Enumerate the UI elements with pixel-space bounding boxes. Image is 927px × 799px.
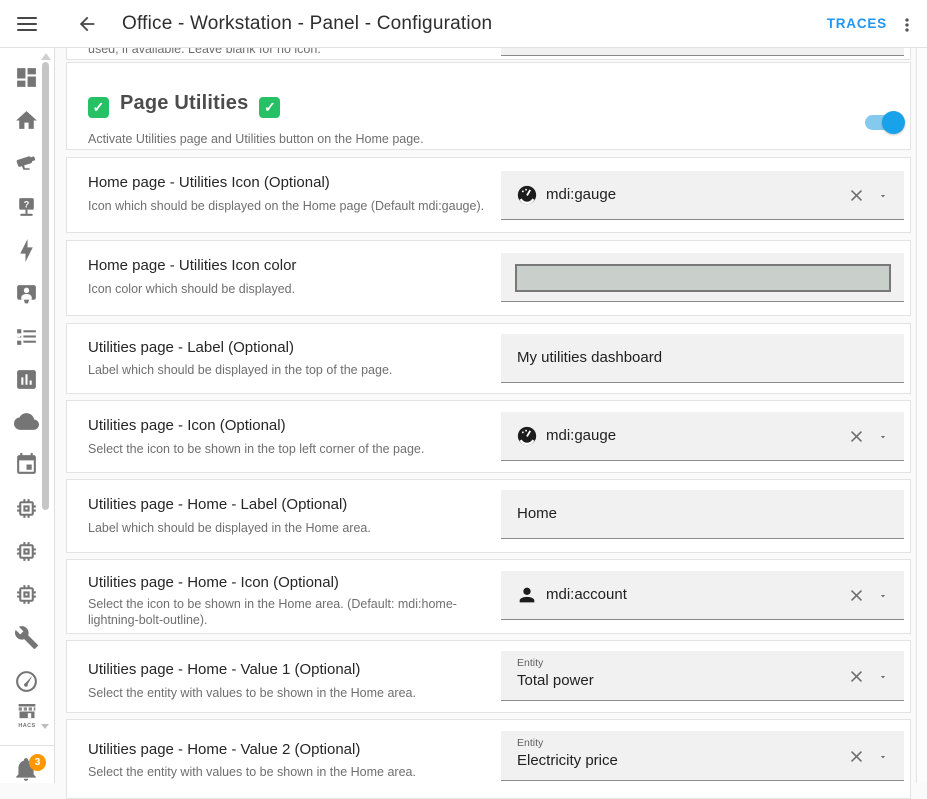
kebab-menu-icon[interactable] (897, 14, 917, 36)
entity-picker-field[interactable]: Entity Total power (501, 651, 904, 701)
wrench-icon[interactable] (14, 625, 39, 650)
todo-list-icon[interactable] (14, 324, 39, 349)
dropdown-caret-icon[interactable] (876, 752, 890, 762)
app-root: Office - Workstation - Panel - Configura… (0, 0, 927, 783)
field-value: Electricity price (517, 752, 618, 769)
row-description: Label which should be displayed in the H… (88, 520, 488, 536)
hacs-icon[interactable]: HACS (13, 704, 43, 730)
account-icon (516, 584, 538, 606)
sidebar-scroll-up-icon[interactable] (41, 53, 51, 60)
field-value: mdi:account (546, 586, 627, 603)
svg-text:?: ? (24, 200, 30, 210)
back-arrow-icon[interactable] (76, 13, 98, 35)
sidebar: ? HACS 3 (0, 48, 55, 783)
config-row-home-utilities-icon-color: Home page - Utilities Icon color Icon co… (66, 240, 911, 316)
hacs-label: HACS (13, 723, 41, 729)
app-header: Office - Workstation - Panel - Configura… (0, 0, 927, 48)
chip-icon[interactable] (14, 539, 39, 564)
chip-icon[interactable] (14, 582, 39, 607)
gauge-icon (516, 425, 538, 447)
clipped-input-field[interactable] (501, 48, 904, 56)
calendar-icon[interactable] (14, 452, 39, 477)
section-title: ✓Page Utilities✓ (88, 92, 280, 118)
row-description: Label which should be displayed in the t… (88, 362, 488, 378)
menu-icon[interactable] (17, 14, 39, 34)
field-value: mdi:gauge (546, 427, 616, 444)
network-question-icon[interactable]: ? (14, 194, 39, 219)
text-input-field[interactable]: Home (501, 490, 904, 539)
row-description: Icon color which should be displayed. (88, 281, 488, 297)
section-card-page-utilities: ✓Page Utilities✓ Activate Utilities page… (66, 62, 911, 150)
row-label: Home page - Utilities Icon (Optional) (88, 174, 330, 191)
row-description: Select the entity with values to be show… (88, 764, 488, 780)
row-description: used, if available. Leave blank for no i… (88, 48, 321, 56)
clear-icon[interactable] (847, 186, 866, 205)
dropdown-caret-icon[interactable] (876, 672, 890, 682)
row-label: Utilities page - Label (Optional) (88, 339, 294, 356)
entity-picker-field[interactable]: Entity Electricity price (501, 731, 904, 781)
lightning-bolt-icon[interactable] (14, 238, 39, 263)
row-label: Utilities page - Home - Label (Optional) (88, 496, 347, 513)
clear-icon[interactable] (847, 586, 866, 605)
config-row-utilities-home-icon: Utilities page - Home - Icon (Optional) … (66, 559, 911, 634)
field-floating-label: Entity (517, 657, 543, 669)
check-emoji-icon: ✓ (88, 97, 109, 118)
view-dashboard-icon[interactable] (14, 65, 39, 90)
color-swatch[interactable] (515, 264, 891, 292)
cloud-icon[interactable] (14, 409, 39, 434)
row-description: Select the icon to be shown in the top l… (88, 441, 488, 457)
row-label: Home page - Utilities Icon color (88, 257, 296, 274)
row-description: Select the icon to be shown in the Home … (88, 596, 488, 628)
dropdown-caret-icon[interactable] (876, 591, 890, 601)
config-row-utilities-page-label: Utilities page - Label (Optional) Label … (66, 323, 911, 394)
field-floating-label: Entity (517, 737, 543, 749)
config-row-utilities-page-icon: Utilities page - Icon (Optional) Select … (66, 400, 911, 473)
main-scrollbar[interactable] (916, 48, 927, 783)
config-panel: used, if available. Leave blank for no i… (55, 48, 916, 783)
icon-picker-field[interactable]: mdi:gauge (501, 412, 904, 461)
sidebar-divider (0, 745, 54, 746)
sidebar-scrollbar[interactable] (42, 62, 49, 510)
row-description: Icon which should be displayed on the Ho… (88, 198, 488, 214)
text-input-field[interactable]: My utilities dashboard (501, 334, 904, 383)
field-value: Total power (517, 672, 594, 689)
clear-icon[interactable] (847, 667, 866, 686)
row-label: Utilities page - Icon (Optional) (88, 417, 286, 434)
clear-icon[interactable] (847, 747, 866, 766)
chip-icon[interactable] (14, 496, 39, 521)
color-picker-field[interactable] (501, 253, 904, 302)
speedometer-icon[interactable] (14, 669, 39, 694)
field-value: mdi:gauge (546, 186, 616, 203)
page-utilities-toggle[interactable] (865, 115, 903, 130)
dropdown-caret-icon[interactable] (876, 191, 890, 201)
row-description: Select the entity with values to be show… (88, 685, 488, 701)
field-value: My utilities dashboard (517, 349, 662, 366)
clear-icon[interactable] (847, 427, 866, 446)
icon-picker-field[interactable]: mdi:gauge (501, 171, 904, 220)
config-row-utilities-home-value-1: Utilities page - Home - Value 1 (Optiona… (66, 640, 911, 713)
cctv-icon[interactable] (14, 151, 39, 176)
chart-box-icon[interactable] (14, 367, 39, 392)
page-title: Office - Workstation - Panel - Configura… (122, 13, 492, 35)
section-description: Activate Utilities page and Utilities bu… (88, 132, 424, 146)
config-row-utilities-home-label: Utilities page - Home - Label (Optional)… (66, 479, 911, 553)
dropdown-caret-icon[interactable] (876, 432, 890, 442)
icon-picker-field[interactable]: mdi:account (501, 571, 904, 620)
hacs-caret-icon (41, 724, 49, 729)
traces-button[interactable]: TRACES (827, 16, 887, 31)
clipped-config-row: used, if available. Leave blank for no i… (66, 48, 911, 60)
field-value: Home (517, 505, 557, 522)
config-row-utilities-home-value-2: Utilities page - Home - Value 2 (Optiona… (66, 719, 911, 799)
gauge-icon (516, 184, 538, 206)
row-label: Utilities page - Home - Value 2 (Optiona… (88, 741, 360, 758)
row-label: Utilities page - Home - Icon (Optional) (88, 574, 339, 591)
check-emoji-icon: ✓ (259, 97, 280, 118)
notification-badge: 3 (29, 754, 46, 771)
toggle-thumb (882, 111, 905, 134)
config-row-home-utilities-icon: Home page - Utilities Icon (Optional) Ic… (66, 157, 911, 233)
account-box-icon[interactable] (14, 281, 39, 306)
row-label: Utilities page - Home - Value 1 (Optiona… (88, 661, 360, 678)
home-icon[interactable] (14, 108, 39, 133)
